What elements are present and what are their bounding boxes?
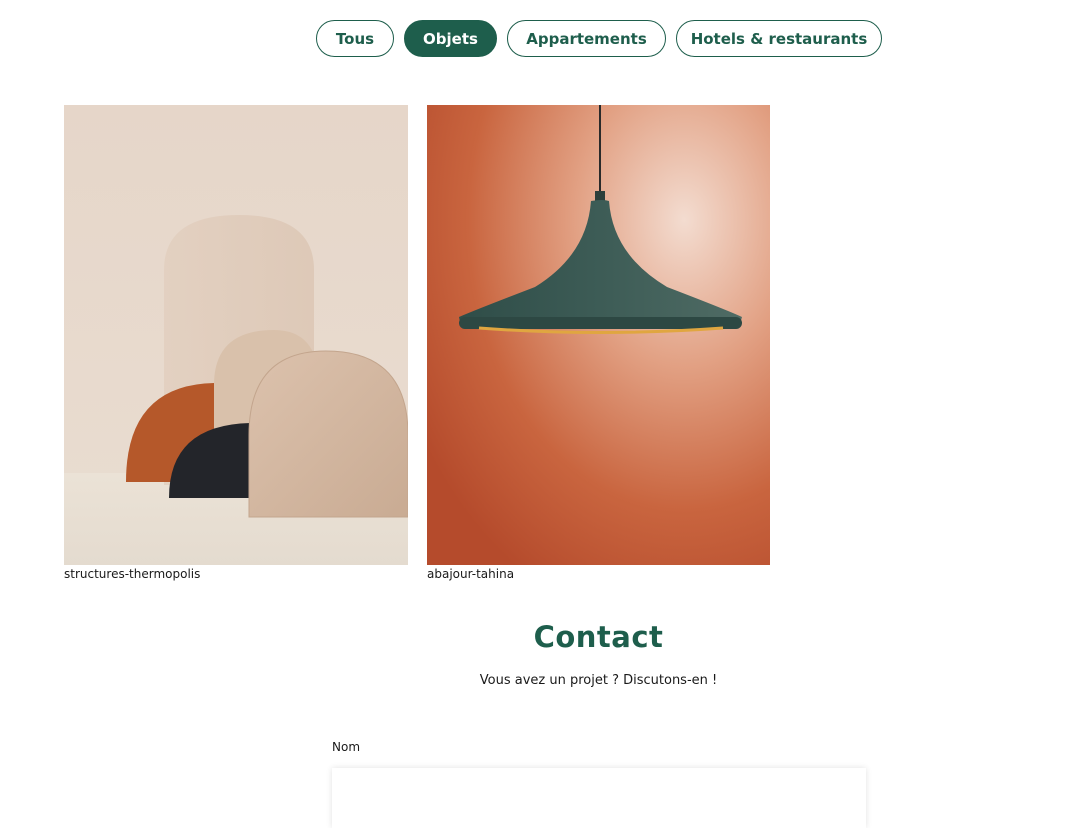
contact-subtitle: Vous avez un projet ? Discutons-en ! xyxy=(479,673,718,688)
gallery-item-caption: structures-thermopolis xyxy=(64,567,201,581)
contact-title: Contact xyxy=(533,620,664,654)
gallery-item-structures-thermopolis[interactable]: structures-thermopolis xyxy=(64,105,408,581)
filter-objets-button[interactable]: Objets xyxy=(404,20,497,57)
filter-hotels-restaurants-button[interactable]: Hotels & restaurants xyxy=(676,20,882,57)
filter-appartements-button[interactable]: Appartements xyxy=(507,20,666,57)
category-filter-bar: Tous Objets Appartements Hotels & restau… xyxy=(316,20,882,57)
gallery-item-abajour-tahina[interactable]: abajour-tahina xyxy=(427,105,770,581)
name-field-label: Nom xyxy=(332,740,361,754)
arch-structures-image[interactable] xyxy=(64,105,408,565)
filter-tous-button[interactable]: Tous xyxy=(316,20,394,57)
name-field[interactable] xyxy=(332,768,866,828)
pendant-lamp-image[interactable] xyxy=(427,105,770,565)
gallery-item-caption: abajour-tahina xyxy=(427,567,515,581)
